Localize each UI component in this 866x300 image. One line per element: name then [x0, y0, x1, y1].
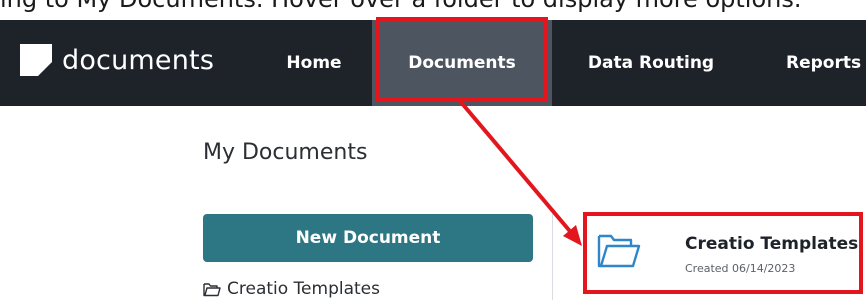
top-navbar: documents Home Documents Data Routing Re… — [0, 20, 866, 106]
nav-reports[interactable]: Reports — [768, 20, 866, 106]
nav-documents[interactable]: Documents — [372, 20, 552, 106]
caption-strip: ing to My Documents. Hover over a folder… — [0, 0, 866, 20]
caption-text: ing to My Documents. Hover over a folder… — [0, 0, 866, 13]
nav-home[interactable]: Home — [268, 20, 360, 106]
folder-created-date: Created 06/14/2023 — [685, 262, 796, 275]
folder-card-creatio-templates[interactable]: Creatio Templates Created 06/14/2023 — [583, 214, 863, 294]
brand-name: documents — [62, 44, 215, 76]
document-logo-icon — [20, 44, 52, 76]
folder-outline-icon — [203, 282, 221, 296]
folder-name: Creatio Templates — [685, 234, 859, 254]
nav-data-routing[interactable]: Data Routing — [566, 20, 736, 106]
folder-icon — [597, 234, 641, 268]
tree-item-label: Creatio Templates — [227, 279, 380, 299]
page-title: My Documents — [203, 140, 368, 165]
column-divider — [552, 214, 553, 300]
new-document-button[interactable]: New Document — [203, 214, 533, 262]
tree-item-creatio-templates[interactable]: Creatio Templates — [203, 279, 380, 299]
callout-arrow-head — [563, 225, 582, 246]
brand[interactable]: documents — [20, 40, 214, 80]
